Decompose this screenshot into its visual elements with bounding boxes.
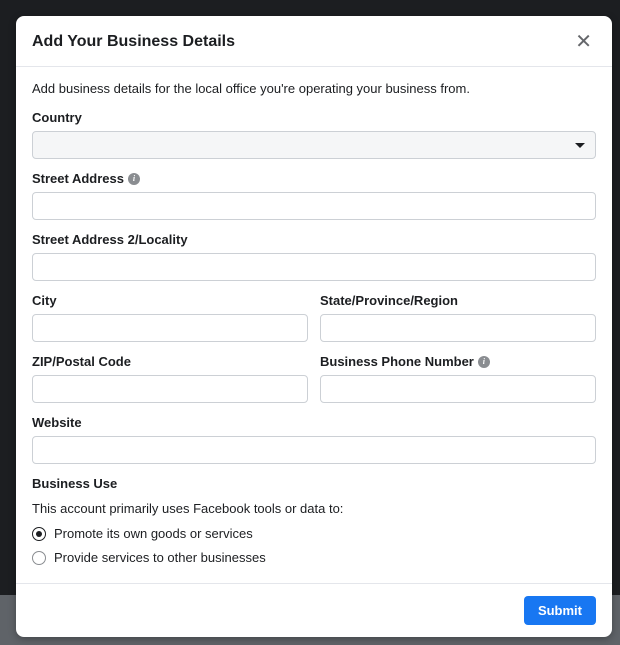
intro-text: Add business details for the local offic… bbox=[32, 81, 596, 96]
website-label: Website bbox=[32, 415, 596, 430]
radio-option-provide[interactable]: Provide services to other businesses bbox=[32, 550, 596, 565]
state-input[interactable] bbox=[320, 314, 596, 342]
street-address-input[interactable] bbox=[32, 192, 596, 220]
modal-body: Add business details for the local offic… bbox=[16, 67, 612, 583]
phone-input[interactable] bbox=[320, 375, 596, 403]
street-address-2-field-group: Street Address 2/Locality bbox=[32, 232, 596, 281]
modal-footer: Submit bbox=[16, 583, 612, 637]
zip-field-group: ZIP/Postal Code bbox=[32, 354, 308, 403]
radio-icon-selected bbox=[32, 527, 46, 541]
city-label: City bbox=[32, 293, 308, 308]
country-select[interactable] bbox=[32, 131, 596, 159]
street-address-2-input[interactable] bbox=[32, 253, 596, 281]
info-icon[interactable]: i bbox=[478, 356, 490, 368]
modal-header: Add Your Business Details ✕ bbox=[16, 16, 612, 67]
city-input[interactable] bbox=[32, 314, 308, 342]
country-label: Country bbox=[32, 110, 596, 125]
zip-label: ZIP/Postal Code bbox=[32, 354, 308, 369]
website-input[interactable] bbox=[32, 436, 596, 464]
phone-label: Business Phone Number i bbox=[320, 354, 596, 369]
business-use-prompt: This account primarily uses Facebook too… bbox=[32, 501, 596, 516]
close-icon: ✕ bbox=[575, 31, 592, 53]
country-field-group: Country bbox=[32, 110, 596, 159]
city-field-group: City bbox=[32, 293, 308, 342]
street-address-label: Street Address i bbox=[32, 171, 596, 186]
radio-label: Provide services to other businesses bbox=[54, 550, 266, 565]
submit-button[interactable]: Submit bbox=[524, 596, 596, 625]
caret-down-icon bbox=[575, 143, 585, 148]
street-address-field-group: Street Address i bbox=[32, 171, 596, 220]
close-button[interactable]: ✕ bbox=[571, 30, 596, 54]
radio-icon bbox=[32, 551, 46, 565]
business-use-label: Business Use bbox=[32, 476, 596, 491]
business-details-modal: Add Your Business Details ✕ Add business… bbox=[16, 16, 612, 637]
street-address-2-label: Street Address 2/Locality bbox=[32, 232, 596, 247]
radio-option-promote[interactable]: Promote its own goods or services bbox=[32, 526, 596, 541]
phone-field-group: Business Phone Number i bbox=[320, 354, 596, 403]
modal-title: Add Your Business Details bbox=[32, 33, 235, 51]
state-label: State/Province/Region bbox=[320, 293, 596, 308]
radio-label: Promote its own goods or services bbox=[54, 526, 253, 541]
zip-input[interactable] bbox=[32, 375, 308, 403]
website-field-group: Website bbox=[32, 415, 596, 464]
info-icon[interactable]: i bbox=[128, 173, 140, 185]
state-field-group: State/Province/Region bbox=[320, 293, 596, 342]
